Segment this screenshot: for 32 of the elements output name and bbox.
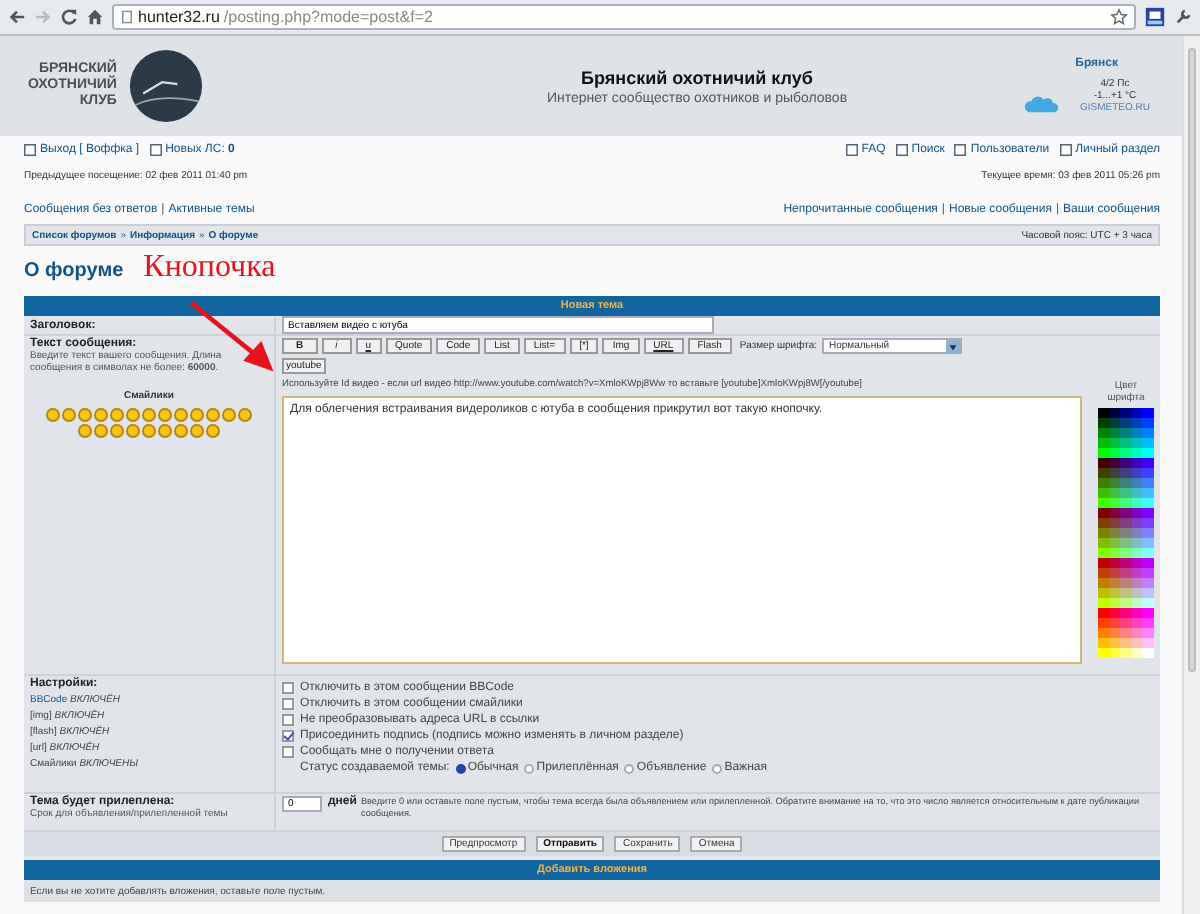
nav-icon [149, 144, 162, 156]
checkbox[interactable] [282, 682, 294, 694]
radio-button[interactable] [712, 763, 723, 773]
nav-icon [24, 144, 36, 156]
cloud-icon [1023, 96, 1060, 114]
checkbox[interactable] [282, 746, 294, 758]
home-icon[interactable] [86, 8, 104, 26]
nav-icon [845, 144, 858, 156]
address-field[interactable]: hunter32.ru /posting.php?mode=post&f=2 [112, 4, 1136, 30]
nav-icon [895, 144, 908, 156]
radio-button[interactable] [624, 763, 635, 773]
round-logo-icon [128, 48, 205, 124]
checkbox[interactable] [282, 698, 294, 710]
checkbox[interactable] [282, 730, 294, 742]
radio-button[interactable] [524, 763, 535, 773]
checkbox[interactable] [282, 714, 294, 726]
color-palette-drawing[interactable] [1098, 408, 1154, 658]
reload-icon[interactable] [60, 8, 78, 26]
extension-icon[interactable] [1144, 6, 1166, 28]
wrench-icon[interactable] [1174, 8, 1192, 26]
radio-button[interactable] [455, 763, 466, 773]
forward-icon[interactable] [34, 8, 52, 26]
back-icon[interactable] [8, 8, 26, 26]
star-icon[interactable] [1110, 8, 1128, 26]
nav-icon [954, 144, 967, 156]
nav-icon [1059, 144, 1072, 156]
page-title: О форуме [24, 260, 124, 282]
site-title: Брянский охотничий клуб [581, 67, 813, 87]
annotation-text: Кнопочка [143, 250, 276, 286]
dropdown-icon [945, 339, 959, 353]
scrollbar[interactable] [1182, 36, 1200, 914]
page-icon [120, 10, 134, 24]
